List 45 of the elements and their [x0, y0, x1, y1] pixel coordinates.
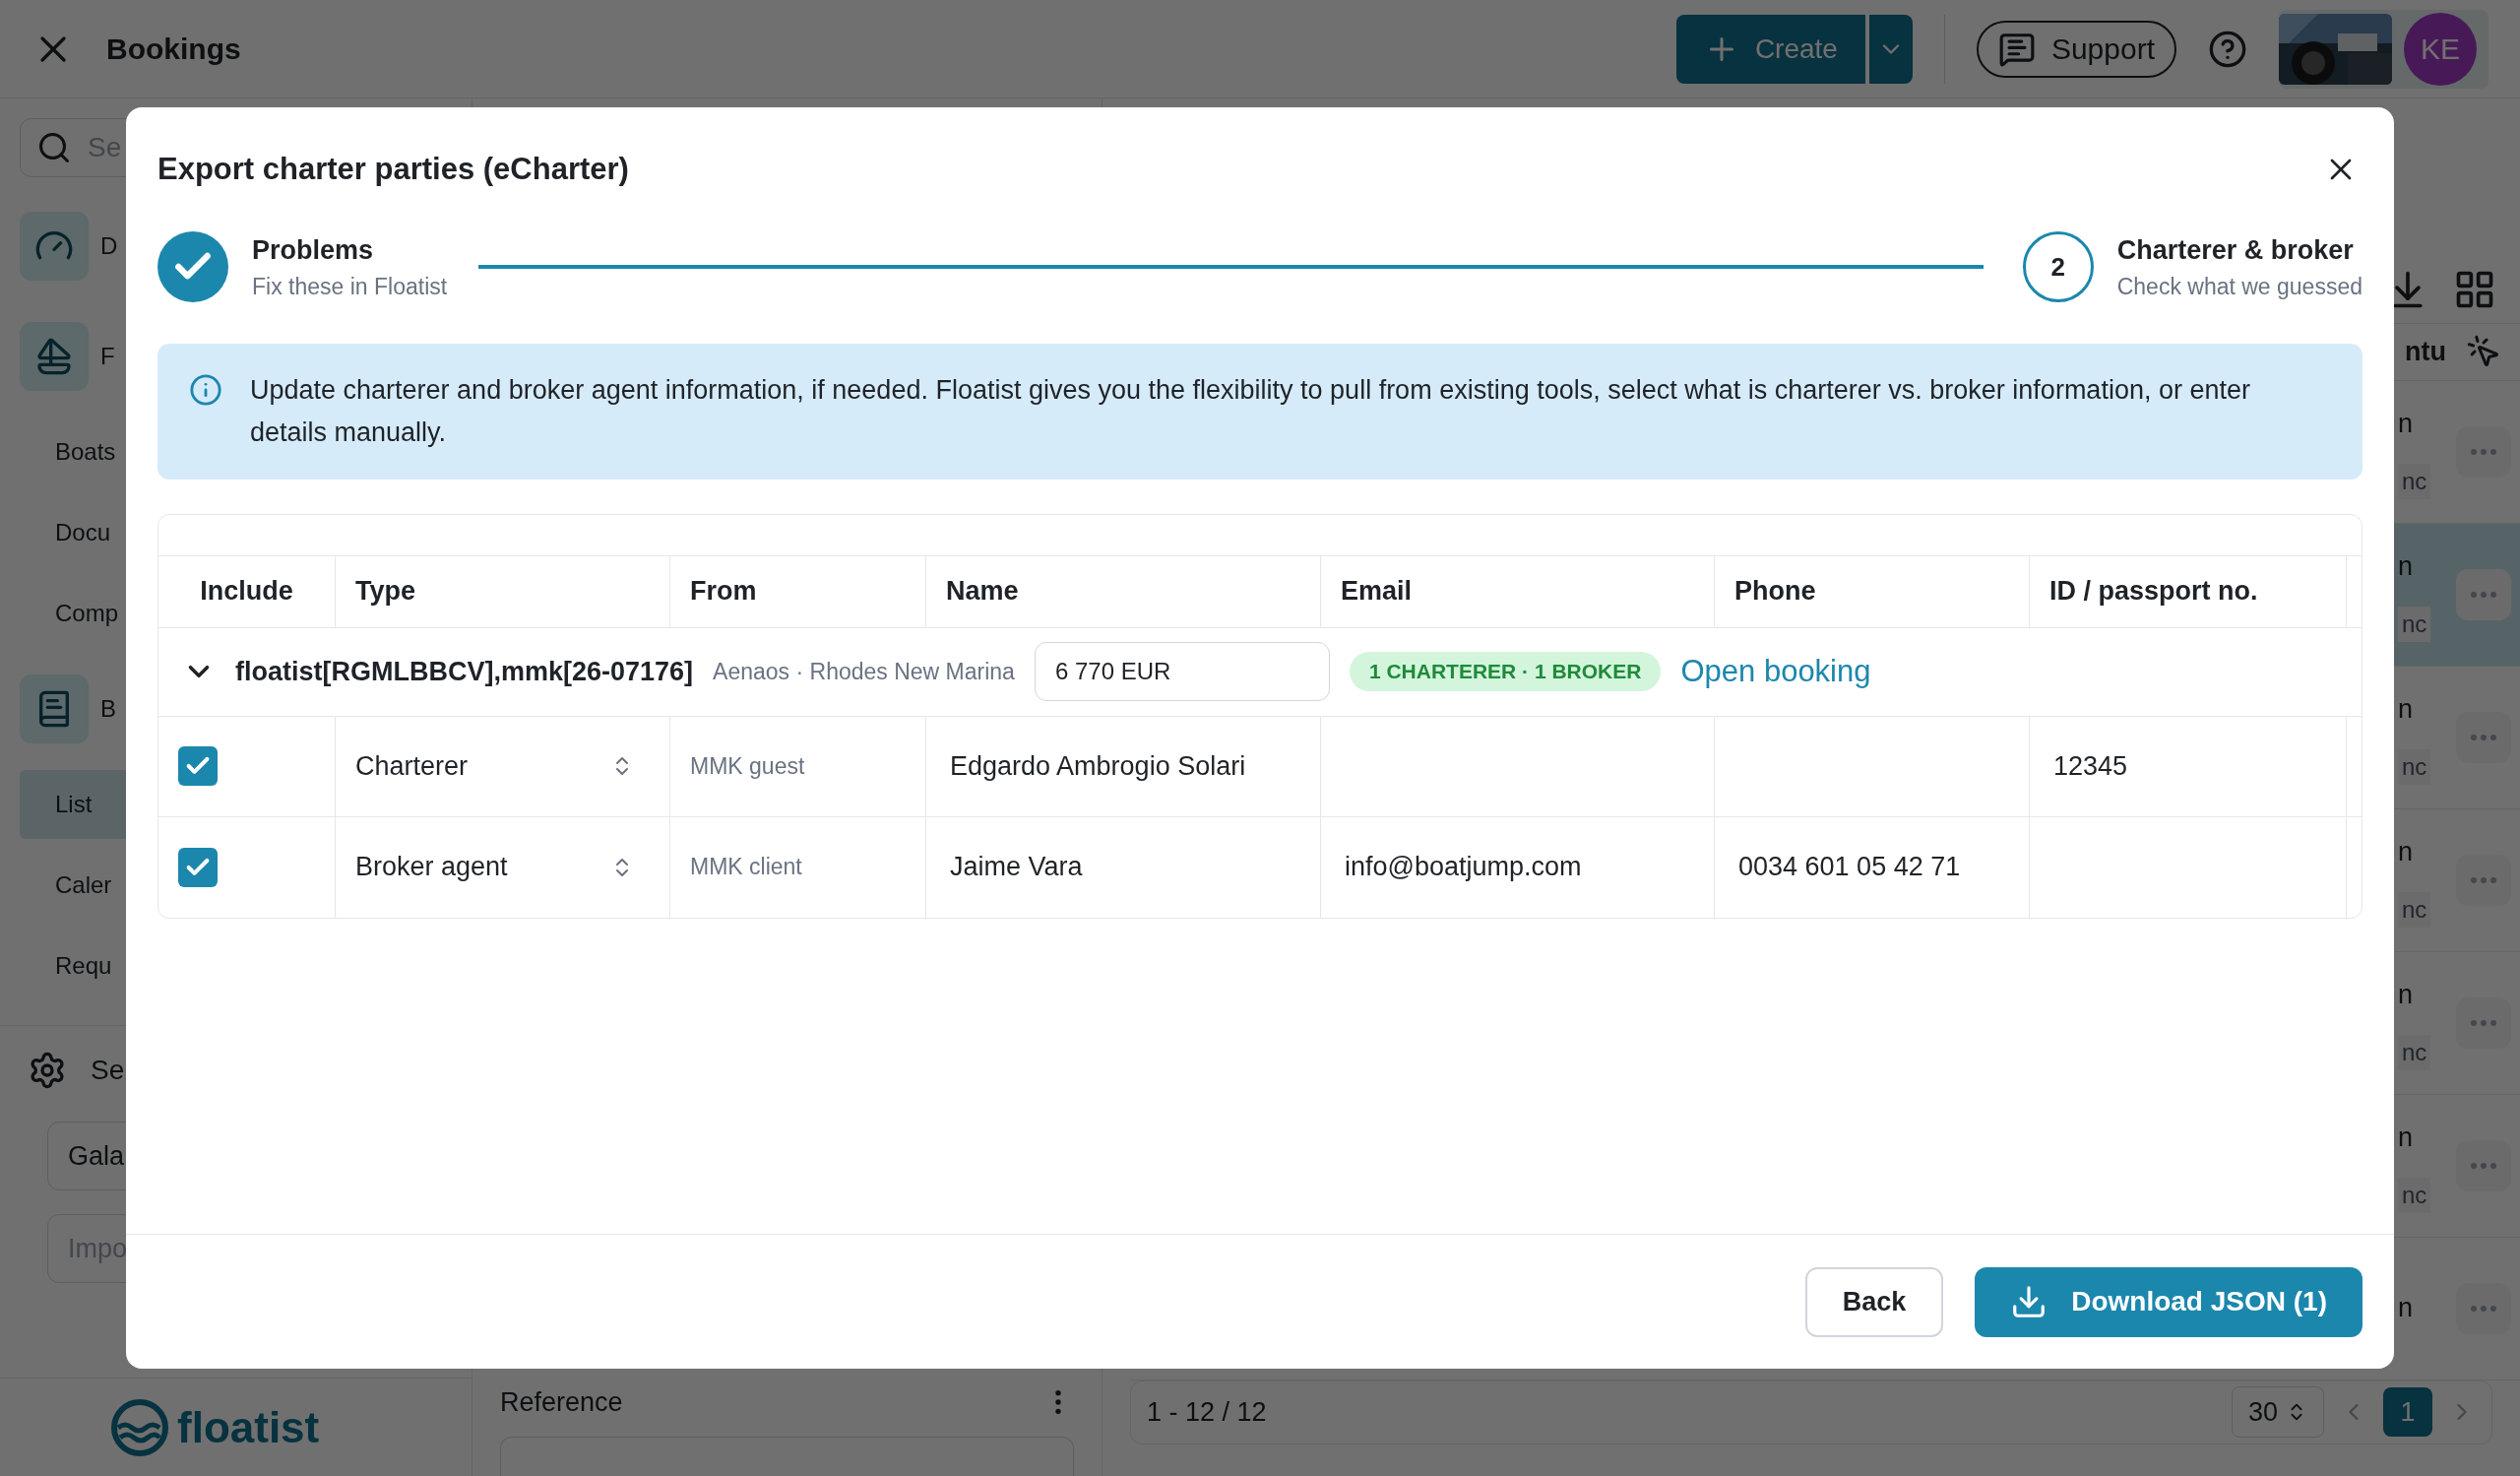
step-title: Charterer & broker	[2116, 233, 2355, 267]
table-cell-text: n	[2397, 1292, 2414, 1325]
table-cell-text: n	[2397, 979, 2414, 1012]
table-cell-text: n	[2397, 550, 2414, 584]
sidebar-label: F	[100, 342, 115, 371]
table-cell-text: n	[2397, 836, 2414, 869]
status-tag: nc	[2398, 1034, 2431, 1070]
logo-text: floatist	[177, 1401, 320, 1453]
page-title: Bookings	[106, 32, 241, 67]
table-cell-text: 0034 601 05 42 71	[1738, 851, 1961, 884]
status-tag: nc	[2398, 1177, 2431, 1213]
table-cell-text: MMK guest	[690, 751, 805, 781]
table-cell-text: n	[2397, 1122, 2414, 1155]
booking-reference: floatist[RGMLBBCV],mmk[26-07176]	[235, 655, 694, 688]
step-subtitle: Check what we guessed	[2116, 273, 2362, 301]
table-cell-text: info@boatjump.com	[1345, 851, 1582, 884]
column-header: ntu	[2405, 336, 2446, 369]
column-header: From	[670, 555, 926, 627]
column-header: Name	[926, 555, 1321, 627]
column-header: Phone	[1715, 555, 2030, 627]
table-cell-text: n	[2397, 693, 2414, 727]
pagination-range: 1 - 12 / 12	[1147, 1396, 1268, 1429]
column-header: Include	[158, 555, 336, 627]
step-number: 2	[2022, 231, 2094, 302]
party-count-badge: 1 CHARTERER · 1 BROKER	[1349, 652, 1662, 691]
column-header: Type	[336, 555, 670, 627]
table-cell-text: Jaime Vara	[950, 851, 1083, 884]
table-cell-text: 12345	[2053, 749, 2128, 783]
status-tag: nc	[2398, 891, 2431, 928]
status-tag: nc	[2398, 606, 2431, 642]
column-header: ID / passport no.	[2030, 555, 2347, 627]
column-header: Reference	[500, 1385, 623, 1419]
table-cell-text: n	[2397, 408, 2414, 441]
sidebar-label: B	[100, 694, 116, 724]
info-text: Update charterer and broker agent information, if needed. Floatist gives you the flexibility to pull from existing tools, select what is charterer vs. broker information, or enter details manually.	[250, 373, 2251, 449]
step-title: Problems	[252, 233, 375, 267]
status-tag: nc	[2398, 748, 2431, 785]
table-cell-text: MMK client	[690, 853, 802, 882]
booking-location: Aenaos · Rhodes New Marina	[713, 657, 1015, 686]
status-tag: nc	[2398, 463, 2431, 499]
step-subtitle: Fix these in Floatist	[252, 273, 448, 301]
table-cell-text: Edgardo Ambrogio Solari	[950, 749, 1246, 783]
dialog-title: Export charter parties (eCharter)	[158, 151, 629, 188]
column-header: Email	[1321, 555, 1715, 627]
sidebar-label: D	[100, 231, 118, 261]
